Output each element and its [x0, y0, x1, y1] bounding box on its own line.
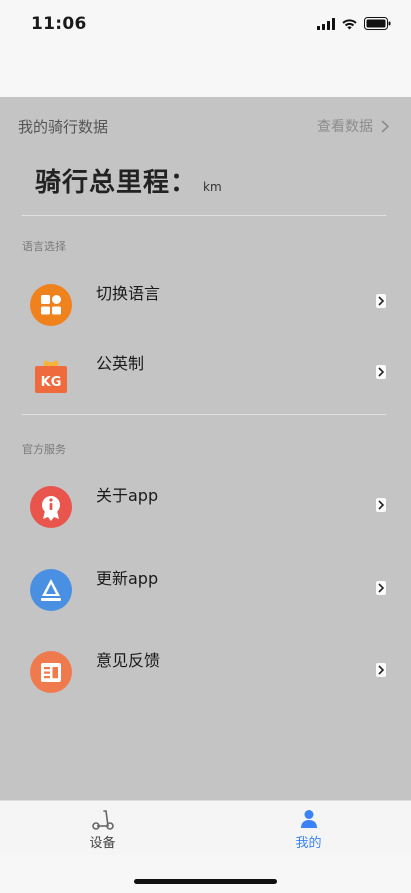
- tab-device[interactable]: 设备: [0, 801, 205, 856]
- section-label-service: 官方服务: [22, 443, 66, 456]
- tab-label: 设备: [89, 836, 116, 851]
- menu-item-label: 公英制: [96, 354, 145, 373]
- ride-data-title: 我的骑行数据: [18, 118, 109, 136]
- mileage-unit: km: [203, 180, 222, 194]
- chevron-right-icon: [376, 294, 386, 308]
- menu-item-unit-system[interactable]: KG 公英制: [0, 350, 411, 400]
- chevron-right-icon: [381, 119, 389, 133]
- feedback-icon: [30, 651, 72, 693]
- menu-item-switch-language[interactable]: 切换语言: [0, 280, 411, 330]
- menu-item-label: 切换语言: [96, 284, 161, 303]
- view-data-label: 查看数据: [317, 119, 373, 135]
- tab-label: 我的: [295, 836, 322, 851]
- unit-system-icon: KG: [30, 354, 72, 396]
- person-icon: [300, 810, 317, 828]
- wifi-icon: [342, 18, 357, 29]
- tab-mine[interactable]: 我的: [206, 801, 411, 856]
- menu-item-update-app[interactable]: 更新app: [0, 565, 411, 615]
- home-indicator[interactable]: [134, 879, 277, 884]
- chevron-right-icon: [376, 498, 386, 512]
- about-icon: [30, 486, 72, 528]
- update-icon: [30, 569, 72, 611]
- nav-header: [0, 50, 411, 97]
- chevron-right-icon: [376, 581, 386, 595]
- switch-language-icon: [30, 284, 72, 326]
- menu-item-feedback[interactable]: 意见反馈: [0, 647, 411, 697]
- menu-item-label: 更新app: [96, 569, 159, 588]
- menu-item-label: 意见反馈: [96, 651, 161, 670]
- status-icons: [317, 17, 391, 30]
- divider: [22, 215, 386, 216]
- section-label-language: 语言选择: [22, 240, 66, 253]
- total-mileage: 骑行总里程： km: [35, 162, 222, 199]
- menu-item-label: 关于app: [96, 486, 159, 505]
- status-time: 11:06: [31, 14, 87, 34]
- view-data-link[interactable]: 查看数据: [317, 116, 389, 136]
- chevron-right-icon: [376, 663, 386, 677]
- menu-item-about-app[interactable]: 关于app: [0, 482, 411, 532]
- status-bar: 11:06: [0, 0, 411, 50]
- battery-icon: [364, 17, 391, 30]
- signal-icon: [317, 17, 335, 30]
- tab-bar: 设备 我的: [0, 800, 411, 856]
- chevron-right-icon: [376, 365, 386, 379]
- scooter-icon: [91, 810, 114, 830]
- profile-content: 我的骑行数据 查看数据 骑行总里程： km 语言选择 切换语言 KG 公英制 官…: [0, 97, 411, 800]
- divider: [22, 414, 386, 415]
- svg-text:KG: KG: [41, 375, 62, 390]
- home-indicator-area: [0, 855, 411, 893]
- mileage-label: 骑行总里程：: [35, 168, 198, 198]
